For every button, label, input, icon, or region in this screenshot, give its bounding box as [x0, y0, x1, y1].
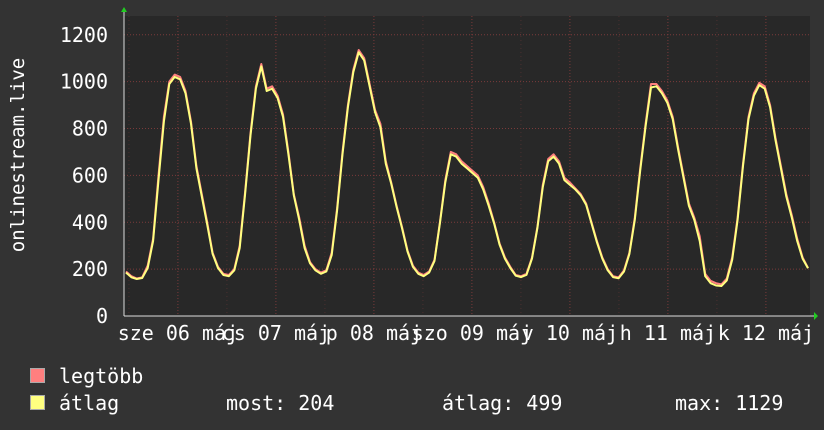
y-tick-label: 600 — [72, 163, 108, 187]
y-axis-label-box: onlinestream.live — [6, 30, 30, 280]
stat-average: átlag: 499 — [442, 390, 563, 415]
y-axis-label: onlinestream.live — [7, 57, 29, 253]
x-tick-label: sze 06 máj — [118, 321, 238, 345]
stat-max: max: 1129 — [675, 390, 784, 415]
y-tick-label: 1000 — [60, 70, 108, 94]
legend-label-max: legtöbb — [59, 363, 144, 388]
legend-label-avg: átlag — [59, 390, 120, 415]
y-tick-labels: 0 200 400 600 800 1000 1200 — [60, 23, 108, 328]
x-tick-label: szo 09 máj — [412, 321, 532, 345]
y-axis-arrow-icon — [121, 7, 127, 12]
y-tick-label: 0 — [96, 304, 108, 328]
y-tick-label: 1200 — [60, 23, 108, 47]
x-tick-label: k 12 máj — [718, 321, 814, 345]
chart-svg: 0 200 400 600 800 1000 1200 sze 06 májcs 07 má… — [60, 7, 818, 345]
legend-swatch-avg — [30, 395, 45, 410]
y-tick-label: 200 — [72, 257, 108, 281]
x-axis-arrow-icon — [814, 312, 818, 320]
y-tick-label: 800 — [72, 117, 108, 141]
x-tick-label: v 10 máj — [522, 321, 618, 345]
x-tick-label: cs 07 máj — [222, 321, 330, 345]
legend-row-max: legtöbb — [30, 362, 810, 389]
legend: legtöbb átlag most: 204 átlag: 499 max: … — [30, 362, 810, 416]
legend-row-avg: átlag most: 204 átlag: 499 max: 1129 — [30, 389, 810, 416]
y-tick-label: 400 — [72, 210, 108, 234]
stat-current: most: 204 — [226, 390, 335, 415]
x-tick-label: h 11 máj — [620, 321, 716, 345]
x-tick-labels: sze 06 májcs 07 májp 08 májszo 09 májv 1… — [118, 321, 814, 345]
legend-swatch-max — [30, 368, 45, 383]
x-tick-label: p 08 máj — [326, 321, 422, 345]
